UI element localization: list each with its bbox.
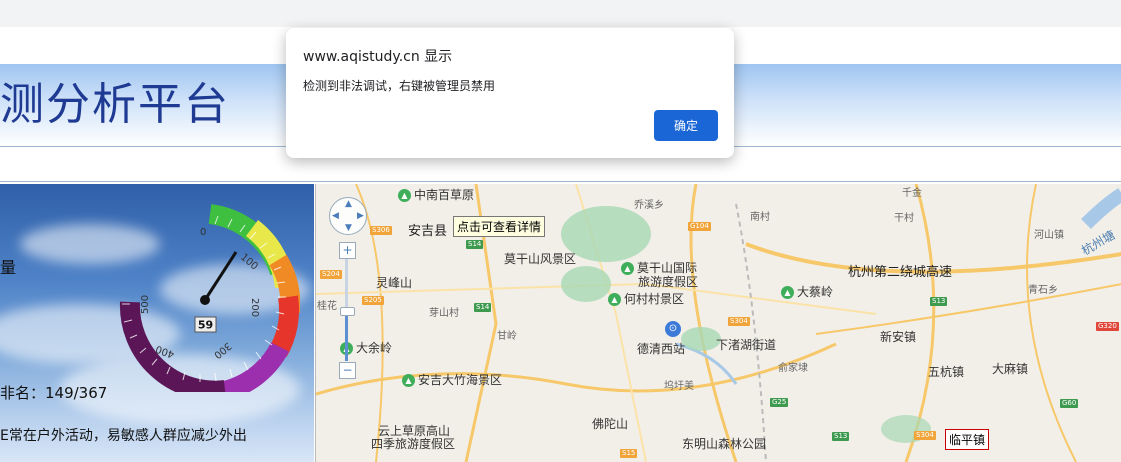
map-pan-control[interactable]: ▲ ▼ ◀ ▶ — [329, 197, 367, 235]
gauge-band-unhealthy — [269, 295, 300, 357]
road-shield: S13 — [930, 297, 948, 306]
map-place: 佛陀山 — [592, 417, 629, 431]
pan-right-icon[interactable]: ▶ — [357, 211, 364, 221]
aqi-value: 59 — [198, 319, 213, 332]
zoom-slider-fill — [345, 312, 348, 361]
map-place: 南村 — [750, 212, 770, 223]
road-shield: S14 — [474, 303, 492, 312]
map-place: 青石乡 — [1028, 285, 1058, 296]
road-shield: S13 — [832, 432, 850, 441]
gauge-band-very-unhealthy — [217, 342, 289, 392]
map-place: 杭州第二绕城高速 — [848, 265, 953, 280]
map-place: ▲ 何村村景区 — [608, 290, 684, 307]
gauge-needle-hub — [200, 295, 210, 305]
scenic-pin-icon: ▲ — [398, 189, 411, 202]
dialog-origin: www.aqistudy.cn 显示 — [303, 49, 453, 65]
map-place: 干村 — [894, 213, 914, 224]
road-shield: G320 — [1096, 322, 1119, 331]
gauge-tick-label: 500 — [140, 295, 151, 314]
map-place: 灵峰山 — [376, 276, 413, 290]
map-place: 四季旅游度假区 — [371, 437, 456, 451]
zoom-in-button[interactable]: + — [339, 242, 356, 259]
gauge-tick-label: 300 — [211, 340, 233, 361]
scenic-pin-icon: ▲ — [621, 262, 634, 275]
rank-text: 非名：149/367 — [0, 384, 108, 402]
map-place: 大麻镇 — [992, 362, 1029, 376]
gauge-tick-label: 100 — [238, 252, 260, 273]
map-place: 千金 — [902, 188, 922, 199]
road-shield: S14 — [466, 240, 484, 249]
train-station-icon: ⊙ — [665, 321, 681, 337]
zoom-out-button[interactable]: − — [339, 362, 356, 379]
scenic-pin-icon: ▲ — [781, 286, 794, 299]
alert-dialog: www.aqistudy.cn 显示 检测到非法调试，右键被管理员禁用 确定 — [286, 28, 734, 158]
pan-left-icon[interactable]: ◀ — [332, 211, 339, 221]
map-place: 五杭镇 — [928, 365, 965, 379]
map-place: ▲ 安吉大竹海景区 — [402, 371, 502, 388]
map-place: 德清西站 — [637, 342, 686, 356]
map-place: ▲ 大蔡岭 — [781, 283, 833, 300]
scenic-pin-icon: ▲ — [402, 374, 415, 387]
map-place: 坞圩美 — [664, 381, 694, 392]
ok-button[interactable]: 确定 — [654, 110, 718, 141]
zoom-slider-handle[interactable] — [340, 307, 355, 316]
road-shield: S205 — [362, 296, 384, 305]
aqi-gauge: 0 100 200 300 400 500 59 — [119, 204, 300, 392]
road-shield: G60 — [1060, 399, 1079, 408]
road-shield: S304 — [728, 317, 750, 326]
road-shield: S304 — [914, 431, 936, 440]
road-shield: G104 — [688, 222, 711, 231]
map-place: 河山镇 — [1034, 230, 1064, 241]
gauge-tick-label: 0 — [200, 227, 206, 238]
map-place: ▲ 中南百草原 — [398, 186, 474, 203]
road-shield: G25 — [770, 398, 789, 407]
map-place: 下渚湖街道 — [716, 338, 777, 352]
health-advice: E常在户外活动，易敏感人群应减少外出 — [0, 428, 247, 444]
aqi-panel: 量 0 100 200 300 400 500 59 非名：149/367 E常… — [0, 184, 314, 462]
map-place: 桂花 — [317, 301, 337, 312]
dialog-message: 检测到非法调试，右键被管理员禁用 — [303, 79, 496, 93]
scenic-pin-icon: ▲ — [608, 293, 621, 306]
pan-down-icon[interactable]: ▼ — [345, 223, 352, 233]
map-place: 东明山森林公园 — [682, 437, 767, 451]
map-place: 俞家埭 — [778, 363, 808, 374]
road-shield: S204 — [320, 270, 342, 279]
map-place: 莫干山风景区 — [504, 252, 577, 266]
pan-up-icon[interactable]: ▲ — [345, 199, 352, 209]
map-place: 旅游度假区 — [638, 275, 699, 289]
road-shield: S306 — [370, 226, 392, 235]
town-marker-label[interactable]: 临平镇 — [945, 429, 990, 450]
map-view[interactable]: ▲ 中南百草原 安吉县 莫干山风景区 ▲ 莫干山国际 旅游度假区 ▲ 何村村景区 灵峰… — [315, 184, 1121, 462]
browser-top-strip — [0, 0, 1121, 27]
map-place: 安吉县 — [408, 224, 448, 239]
map-place: 芽山村 — [429, 308, 459, 319]
map-tooltip: 点击可查看详情 — [453, 216, 546, 237]
gauge-needle — [203, 251, 238, 301]
road-shield: S15 — [620, 449, 638, 458]
air-quality-label: 量 — [0, 258, 17, 277]
map-place: 新安镇 — [880, 330, 917, 344]
map-place: 乔溪乡 — [634, 200, 664, 211]
map-place: 甘岭 — [497, 331, 517, 342]
gauge-band-hazardous — [119, 301, 226, 392]
page-title: 测分析平台 — [0, 79, 230, 130]
gauge-tick-label: 200 — [249, 298, 260, 317]
